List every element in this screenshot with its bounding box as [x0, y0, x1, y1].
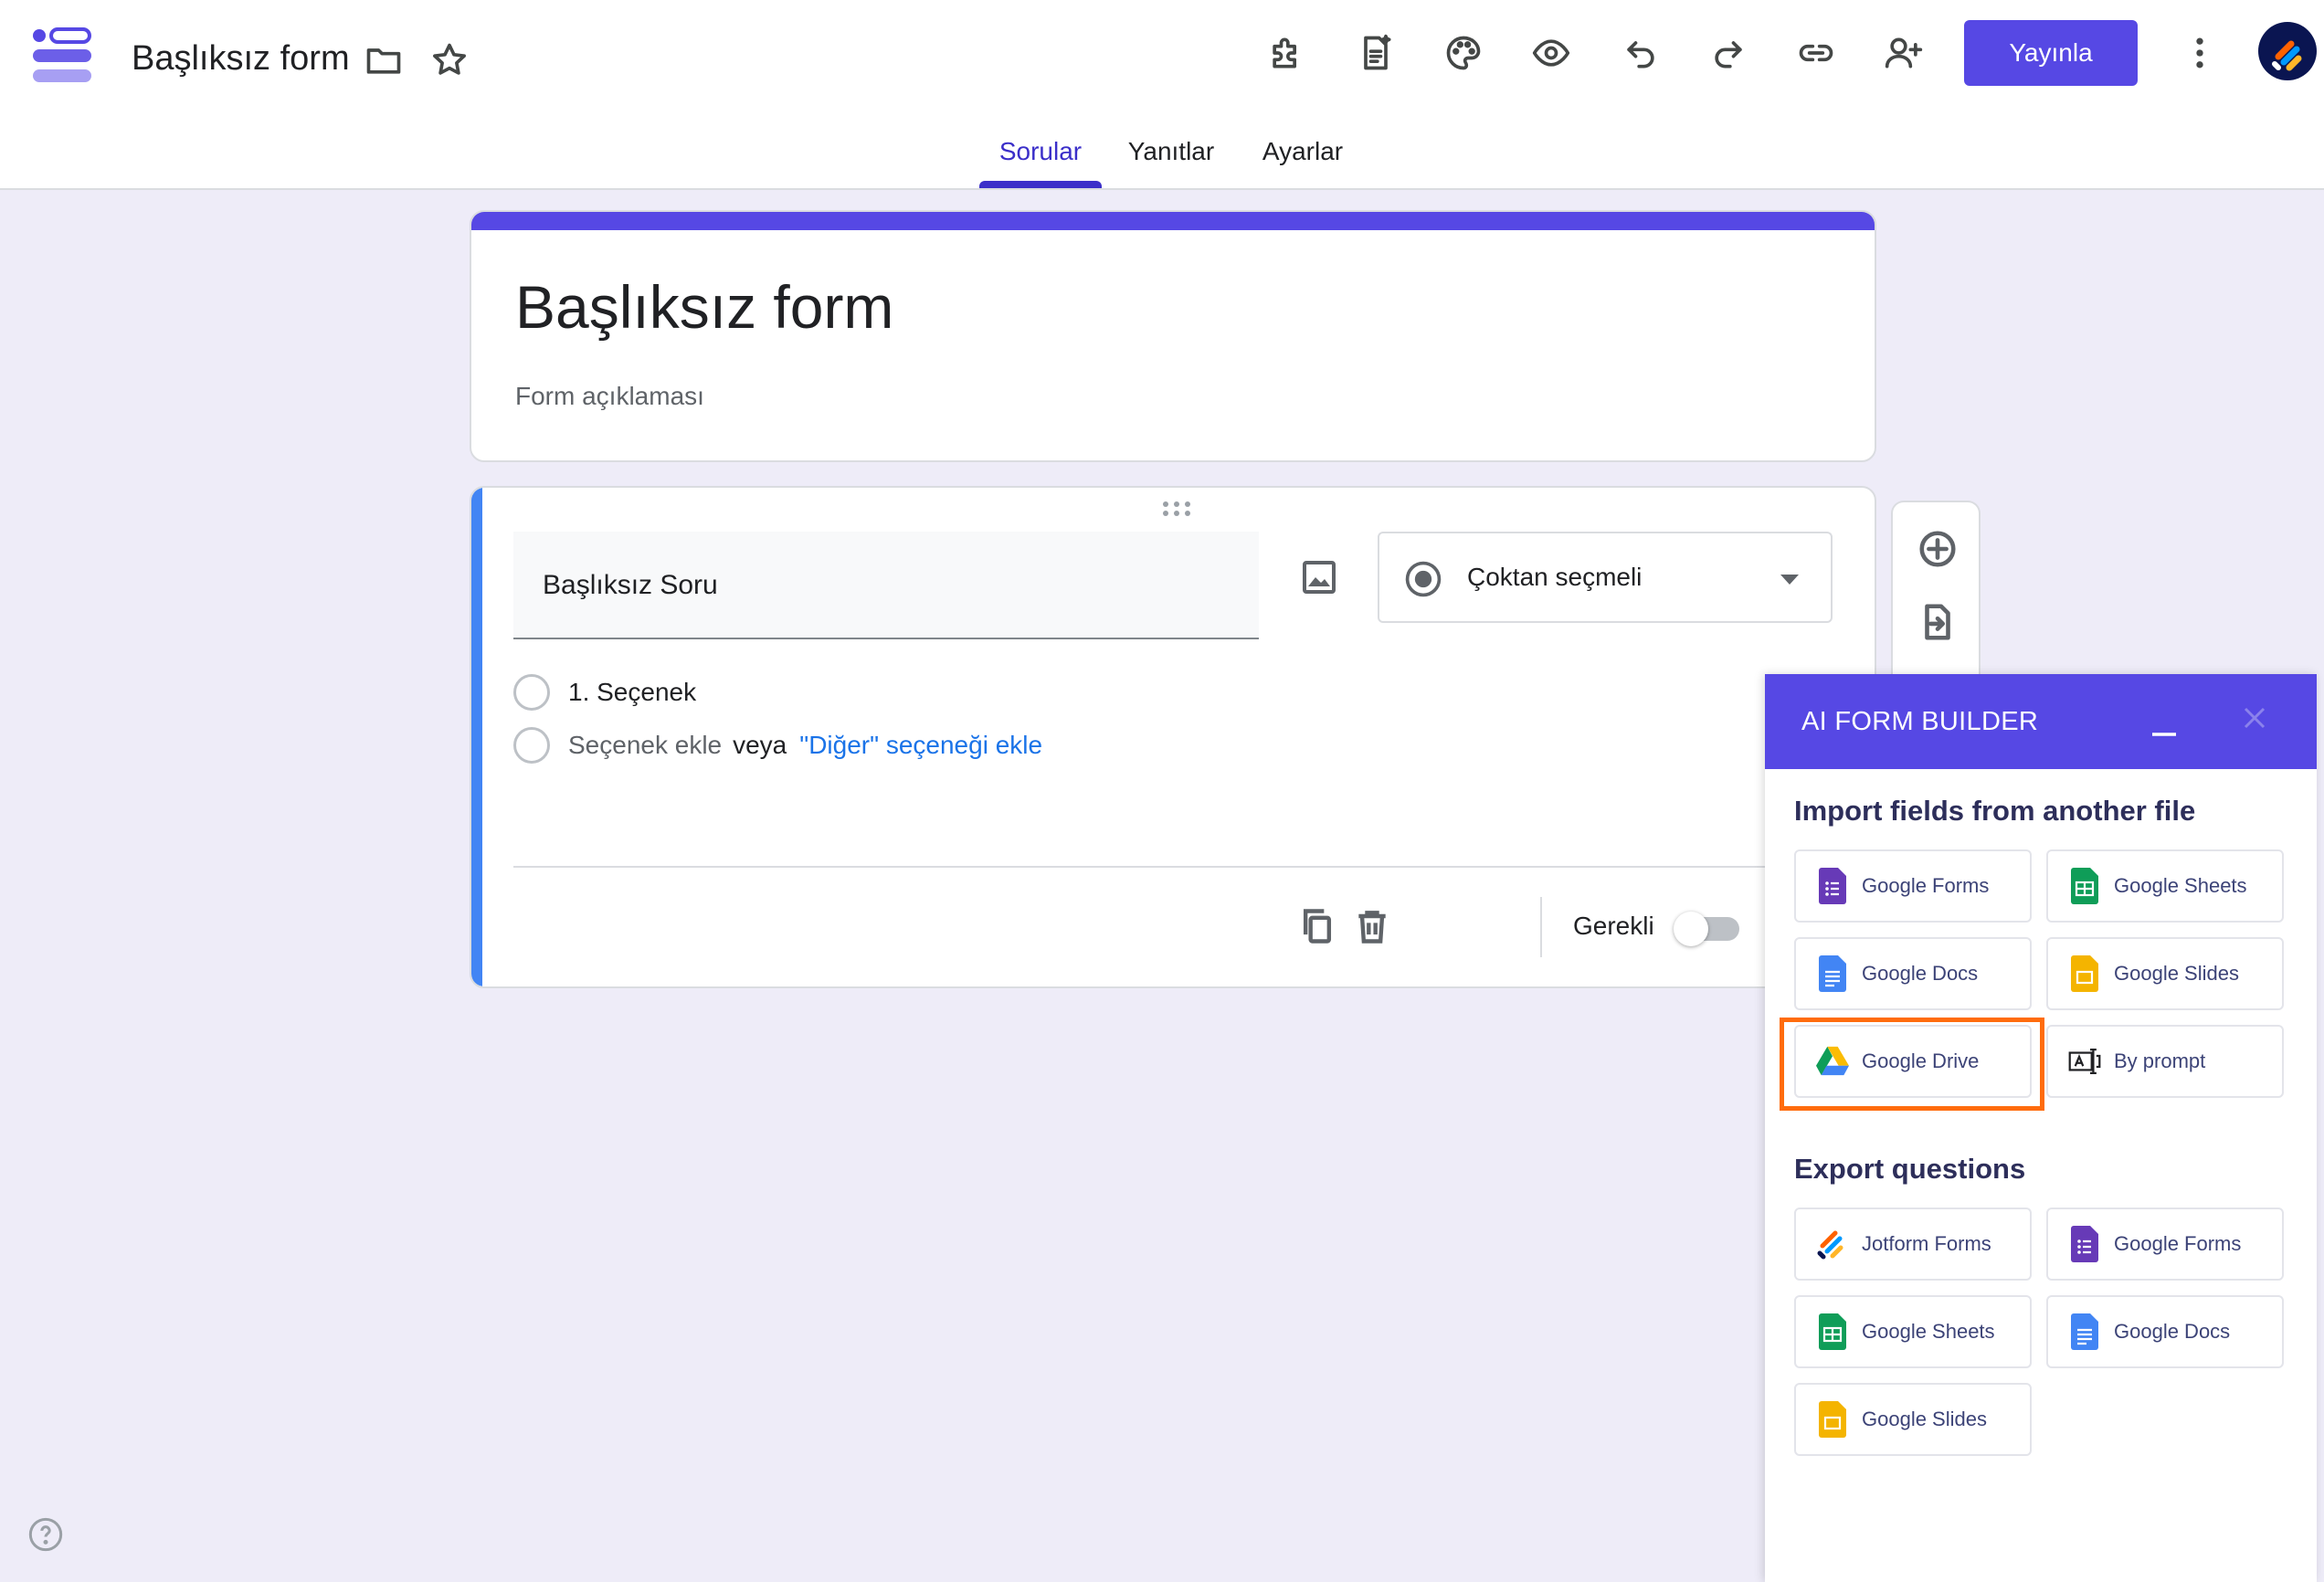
- import-google-docs-button[interactable]: Google Docs: [1794, 937, 2032, 1010]
- addons-icon[interactable]: [1266, 33, 1306, 73]
- question-title-text: Başlıksız Soru: [543, 570, 718, 600]
- form-title-input[interactable]: Başlıksız form: [515, 272, 893, 342]
- tile-label: Google Forms: [1862, 874, 1990, 897]
- google-docs-icon: [1816, 955, 1849, 992]
- export-google-forms-button[interactable]: Google Forms: [2046, 1208, 2284, 1281]
- tile-label: Google Sheets: [2114, 874, 2247, 897]
- export-google-docs-button[interactable]: Google Docs: [2046, 1295, 2284, 1368]
- google-sheets-icon: [1816, 1313, 1849, 1350]
- tile-label: Google Docs: [1862, 962, 1979, 985]
- avatar[interactable]: [2258, 22, 2317, 80]
- tile-label: Google Slides: [1862, 1408, 1987, 1430]
- ai-generate-icon[interactable]: [1356, 33, 1396, 73]
- undo-icon[interactable]: [1621, 33, 1661, 73]
- export-section-title: Export questions: [1794, 1153, 2026, 1185]
- top-bar: Başlıksız form Yayınla Sorular Yanıtlar …: [0, 0, 2324, 190]
- google-docs-icon: [2068, 1313, 2101, 1350]
- title-card-accent: [471, 212, 1875, 230]
- duplicate-icon[interactable]: [1297, 906, 1337, 946]
- export-jotform-forms-button[interactable]: Jotform Forms: [1794, 1208, 2032, 1281]
- folder-icon[interactable]: [364, 40, 404, 80]
- document-title[interactable]: Başlıksız form: [132, 35, 350, 82]
- add-image-icon[interactable]: [1297, 555, 1341, 599]
- export-google-sheets-button[interactable]: Google Sheets: [1794, 1295, 2032, 1368]
- google-slides-icon: [2068, 955, 2101, 992]
- publish-button[interactable]: Yayınla: [1964, 20, 2138, 86]
- add-option-row: Seçenek ekle veya "Diğer" seçeneği ekle: [513, 727, 1042, 764]
- tab-settings[interactable]: Ayarlar: [1252, 137, 1354, 190]
- add-question-icon[interactable]: [1917, 528, 1959, 570]
- minimize-icon[interactable]: [2149, 709, 2180, 740]
- required-label: Gerekli: [1573, 912, 1654, 940]
- prompt-icon: [2068, 1043, 2101, 1080]
- toggle-knob: [1674, 912, 1708, 946]
- form-title-card[interactable]: Başlıksız form Form açıklaması: [470, 210, 1876, 462]
- export-google-slides-button[interactable]: Google Slides: [1794, 1383, 2032, 1456]
- selection-highlight: [1780, 1018, 2044, 1111]
- import-google-sheets-button[interactable]: Google Sheets: [2046, 849, 2284, 923]
- drag-handle-icon[interactable]: [1158, 499, 1195, 519]
- footer-separator: [1540, 897, 1542, 957]
- tile-label: Google Docs: [2114, 1320, 2231, 1343]
- ai-panel-header: AI FORM BUILDER: [1765, 674, 2317, 769]
- google-sheets-icon: [2068, 868, 2101, 904]
- add-collaborator-icon[interactable]: [1884, 33, 1924, 73]
- option-radio-icon: [513, 727, 550, 764]
- active-tab-indicator: [979, 181, 1102, 188]
- radio-button-icon: [1403, 559, 1443, 599]
- more-vert-icon[interactable]: [2180, 33, 2220, 73]
- redo-icon[interactable]: [1708, 33, 1748, 73]
- forms-logo-icon[interactable]: [31, 27, 95, 84]
- dropdown-caret-icon: [1778, 570, 1801, 588]
- tile-label: Jotform Forms: [1862, 1232, 1991, 1255]
- google-slides-icon: [1816, 1401, 1849, 1438]
- active-card-indicator: [471, 488, 482, 986]
- option-row: 1. Seçenek: [513, 674, 696, 711]
- question-type-select[interactable]: Çoktan seçmeli: [1378, 532, 1833, 623]
- or-text: veya: [733, 731, 787, 759]
- tile-label: By prompt: [2114, 1049, 2206, 1072]
- import-questions-icon[interactable]: [1917, 601, 1959, 643]
- tab-responses[interactable]: Yanıtlar: [1120, 137, 1222, 190]
- floating-toolbar: [1891, 501, 1981, 674]
- preview-eye-icon[interactable]: [1531, 33, 1571, 73]
- option-label[interactable]: 1. Seçenek: [568, 678, 696, 707]
- ai-form-builder-panel: AI FORM BUILDER Import fields from anoth…: [1765, 674, 2317, 1582]
- ai-panel-title: AI FORM BUILDER: [1801, 707, 2039, 736]
- tile-label: Google Slides: [2114, 962, 2239, 985]
- import-section-title: Import fields from another file: [1794, 795, 2196, 827]
- tile-label: Google Forms: [2114, 1232, 2242, 1255]
- help-icon[interactable]: [27, 1516, 64, 1553]
- close-icon[interactable]: [2238, 701, 2271, 734]
- question-title-input[interactable]: Başlıksız Soru: [513, 532, 1259, 639]
- import-by-prompt-button[interactable]: By prompt: [2046, 1025, 2284, 1098]
- option-radio-icon: [513, 674, 550, 711]
- google-forms-icon: [2068, 1226, 2101, 1262]
- delete-trash-icon[interactable]: [1352, 906, 1392, 946]
- star-icon[interactable]: [429, 40, 470, 80]
- question-card[interactable]: Başlıksız Soru Çoktan seçmeli 1. Seçenek…: [470, 486, 1876, 988]
- tab-bar: Sorular Yanıtlar Ayarlar: [0, 128, 2324, 190]
- form-description-input[interactable]: Form açıklaması: [515, 382, 704, 411]
- import-google-forms-button[interactable]: Google Forms: [1794, 849, 2032, 923]
- add-option-button[interactable]: Seçenek ekle: [568, 731, 722, 760]
- import-google-slides-button[interactable]: Google Slides: [2046, 937, 2284, 1010]
- palette-icon[interactable]: [1443, 33, 1484, 73]
- question-type-label: Çoktan seçmeli: [1467, 563, 1643, 591]
- card-divider: [513, 866, 1847, 868]
- required-toggle[interactable]: [1674, 912, 1739, 946]
- tile-label: Google Sheets: [1862, 1320, 1995, 1343]
- jotform-icon: [1816, 1226, 1849, 1262]
- google-forms-icon: [1816, 868, 1849, 904]
- link-icon[interactable]: [1796, 33, 1836, 73]
- add-other-option-link[interactable]: "Diğer" seçeneği ekle: [799, 731, 1042, 760]
